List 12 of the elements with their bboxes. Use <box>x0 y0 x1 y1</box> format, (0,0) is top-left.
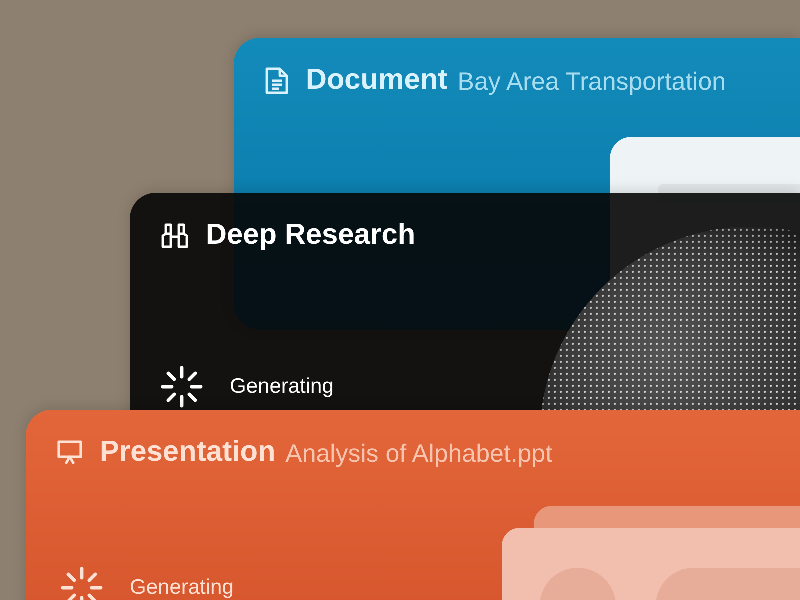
status-text: Generating <box>130 576 234 600</box>
document-icon <box>264 66 290 96</box>
spinner-icon <box>160 365 204 409</box>
card-title: Presentation <box>100 436 276 469</box>
file-name: Analysis of Alphabet.ppt <box>286 438 553 468</box>
binoculars-icon <box>160 222 190 250</box>
spinner-icon <box>60 566 104 600</box>
file-name: Bay Area Transportation <box>458 66 726 96</box>
card-title: Deep Research <box>206 219 416 252</box>
card-title: Document <box>306 64 448 97</box>
presentation-icon <box>56 438 84 466</box>
status-text: Generating <box>230 375 334 399</box>
